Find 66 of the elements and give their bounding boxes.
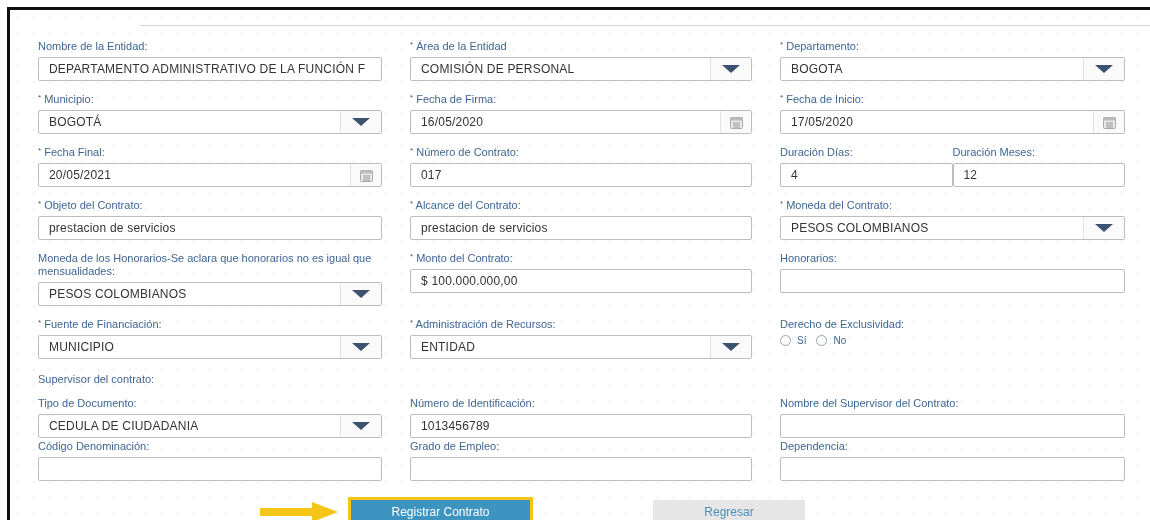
- input-field[interactable]: DEPARTAMENTO ADMINISTRATIVO DE LA FUNCIÓN F: [38, 57, 382, 81]
- field-label: $^{*}$ Fecha Final:: [38, 146, 106, 159]
- input-field[interactable]: prestacion de servicios: [38, 216, 382, 240]
- field-label: $^{*}$ Objeto del Contrato:: [38, 199, 144, 212]
- field-label: $^{*}$ Municipio:: [38, 93, 95, 106]
- dropdown-field[interactable]: COMISIÓN DE PERSONAL: [410, 57, 752, 81]
- radio-option[interactable]: No: [816, 335, 847, 346]
- calendar-icon: [359, 168, 373, 182]
- field-label: Honorarios:: [780, 252, 838, 265]
- dropdown-field[interactable]: MUNICIPIO: [38, 335, 382, 359]
- dropdown-field[interactable]: PESOS COLOMBIANOS: [38, 282, 382, 306]
- field-label: Número de Identificación:: [410, 397, 536, 410]
- calendar-icon: [729, 115, 743, 129]
- field-label: Derecho de Exclusividad:: [780, 318, 906, 331]
- dropdown-field[interactable]: PESOS COLOMBIANOS: [780, 216, 1125, 240]
- field-label: Duración Meses:: [952, 146, 1037, 159]
- field-label: $^{*}$ Monto del Contrato:: [410, 252, 514, 265]
- dropdown-field[interactable]: BOGOTÁ: [38, 110, 382, 134]
- section-title: Supervisor del contrato:: [38, 373, 156, 385]
- caret-icon: [1095, 65, 1113, 73]
- field-label: $^{*}$ Alcance del Contrato:: [410, 199, 522, 212]
- caret-icon: [352, 118, 370, 126]
- caret-icon: [722, 343, 740, 351]
- field-label: $^{*}$ Fecha de Inicio:: [780, 93, 865, 106]
- input-field[interactable]: $ 100.000.000,00: [410, 269, 752, 293]
- input-field[interactable]: 017: [410, 163, 752, 187]
- input-field[interactable]: [410, 457, 752, 481]
- dropdown-field[interactable]: ENTIDAD: [410, 335, 752, 359]
- field-label: Nombre del Supervisor del Contrato:: [780, 397, 960, 410]
- input-field[interactable]: [780, 414, 1125, 438]
- field-label: $^{*}$ Fuente de Financiación:: [38, 318, 163, 331]
- field-label: $^{*}$ Fecha de Firma:: [410, 93, 498, 106]
- calendar-icon: [1102, 115, 1116, 129]
- radio-option[interactable]: Sí: [780, 335, 807, 346]
- field-label: $^{*}$ Departamento:: [780, 40, 860, 53]
- field-label: Dependencia:: [780, 440, 849, 453]
- field-label: Duración Días:: [780, 146, 854, 159]
- field-label: Tipo de Documento:: [38, 397, 138, 410]
- field-label: Grado de Empleo:: [410, 440, 501, 453]
- caret-icon: [352, 422, 370, 430]
- caret-icon: [722, 65, 740, 73]
- dropdown-field[interactable]: BOGOTA: [780, 57, 1125, 81]
- input-field[interactable]: [38, 457, 382, 481]
- dropdown-field[interactable]: CEDULA DE CIUDADANIA: [38, 414, 382, 438]
- field-label: Código Denominación:: [38, 440, 151, 453]
- caret-icon: [352, 290, 370, 298]
- arrow-icon: [260, 502, 338, 520]
- date-field[interactable]: 16/05/2020: [410, 110, 752, 134]
- caret-icon: [352, 343, 370, 351]
- input-field[interactable]: 12: [952, 163, 1125, 187]
- field-label: $^{*}$ Administración de Recursos:: [410, 318, 557, 331]
- field-label: Moneda de los Honorarios-Se aclara que honorarios no es igual que mensualidades:: [38, 252, 373, 278]
- input-field[interactable]: [780, 457, 1125, 481]
- radio-button[interactable]: [780, 335, 791, 346]
- caret-icon: [1095, 224, 1113, 232]
- field-label: $^{*}$ Número de Contrato:: [410, 146, 520, 159]
- field-label: $^{*}$ Área de la Entidad: [410, 40, 508, 53]
- input-field[interactable]: prestacion de servicios: [410, 216, 752, 240]
- field-label: $^{*}$ Moneda del Contrato:: [780, 199, 893, 212]
- date-field[interactable]: 17/05/2020: [780, 110, 1125, 134]
- input-field[interactable]: 1013456789: [410, 414, 752, 438]
- input-field[interactable]: [780, 269, 1125, 293]
- radio-button[interactable]: [816, 335, 828, 346]
- field-label: Nombre de la Entidad:: [38, 40, 149, 53]
- date-field[interactable]: 20/05/2021: [38, 163, 382, 187]
- input-field[interactable]: 4: [780, 163, 953, 187]
